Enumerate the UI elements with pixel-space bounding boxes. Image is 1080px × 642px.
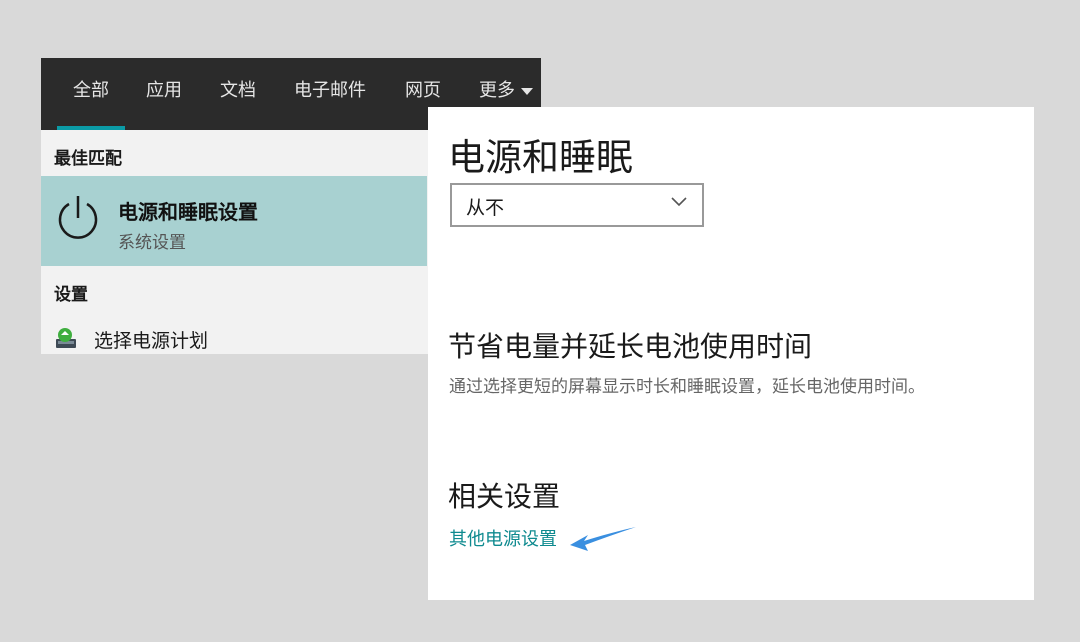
settings-section-label: 设置 [54,285,88,305]
tab-more-label: 更多 [479,80,515,101]
battery-heading: 节省电量并延长电池使用时间 [448,330,813,363]
chevron-down-icon [671,197,687,207]
tab-apps[interactable]: 应用 [146,58,182,130]
tab-all[interactable]: 全部 [57,58,125,130]
tab-email[interactable]: 电子邮件 [294,58,366,130]
chevron-down-icon [521,87,533,95]
power-plan-icon [56,328,76,348]
best-match-result[interactable]: 电源和睡眠设置 系统设置 [41,176,427,266]
other-power-settings-link[interactable]: 其他电源设置 [449,525,557,551]
dropdown-value: 从不 [466,197,505,219]
power-icon [58,196,98,239]
power-sleep-settings-panel: 电源和睡眠 从不 节省电量并延长电池使用时间 通过选择更短的屏幕显示时长和睡眠设… [428,107,1034,600]
battery-description: 通过选择更短的屏幕显示时长和睡眠设置，延长电池使用时间。 [449,377,925,397]
page-title: 电源和睡眠 [448,136,633,179]
best-match-subtitle: 系统设置 [118,233,186,253]
sleep-timeout-dropdown[interactable]: 从不 [450,183,704,227]
best-match-label: 最佳匹配 [54,149,122,169]
best-match-title: 电源和睡眠设置 [118,200,258,224]
choose-power-plan-label: 选择电源计划 [94,330,209,352]
tab-documents[interactable]: 文档 [220,58,256,130]
pointer-arrow-icon [570,527,636,551]
related-settings-heading: 相关设置 [448,480,561,513]
